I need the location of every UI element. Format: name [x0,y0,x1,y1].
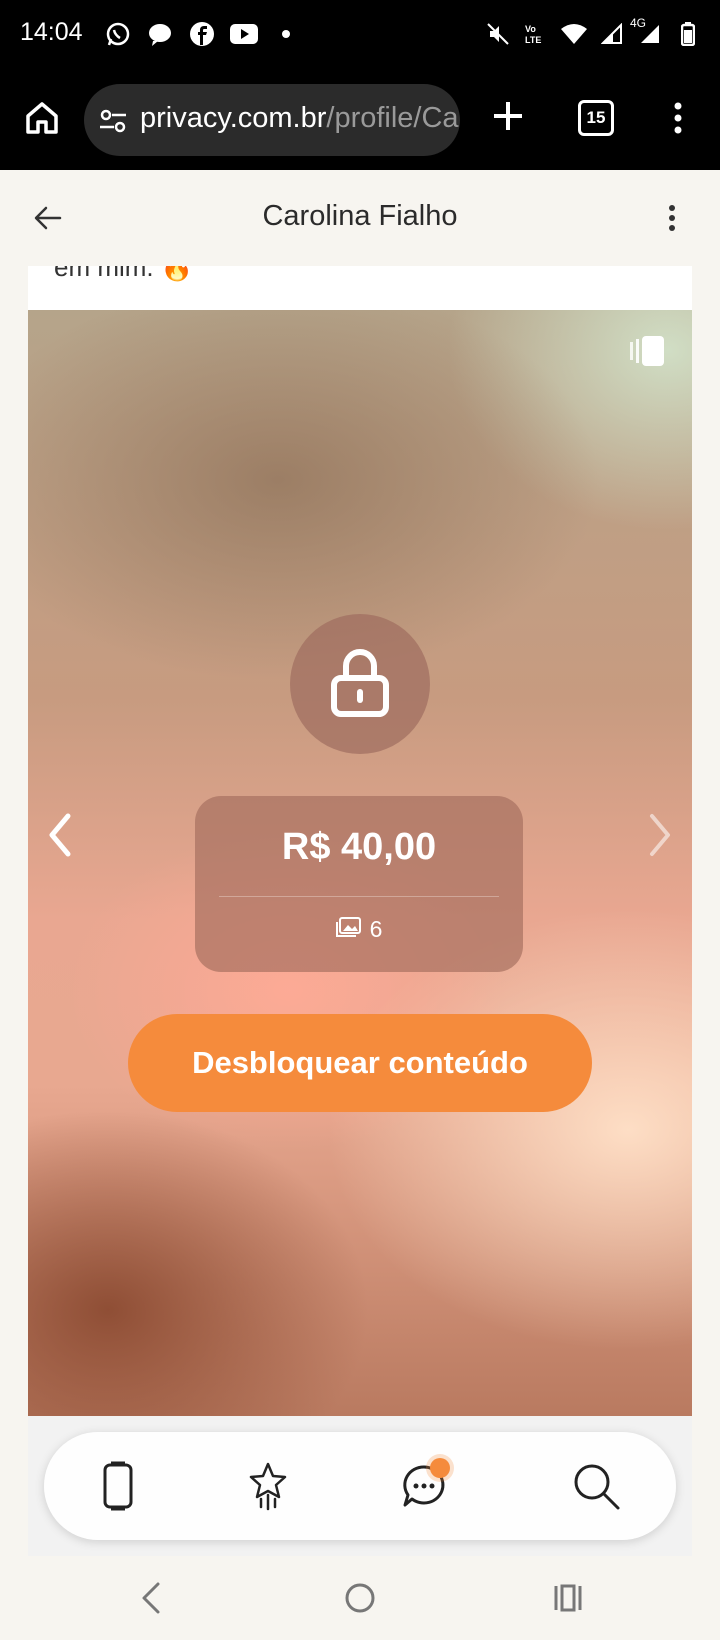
battery-icon [674,20,702,48]
caption-text: em mim. 🔥 [54,266,194,282]
wifi-icon [560,20,588,48]
system-recents-icon[interactable] [548,1578,588,1618]
price-divider [219,896,499,897]
4g-signal-icon: 4G [630,16,664,48]
media-count-value: 6 [369,916,383,942]
url-domain: privacy.com.br [140,102,327,134]
site-settings-icon[interactable] [98,106,128,136]
next-arrow-icon[interactable] [642,810,678,860]
browser-toolbar: privacy.com.br/profile/Ca 15 [0,72,720,170]
status-time: 14:04 [20,18,83,46]
facebook-icon [188,20,216,48]
lock-icon [328,646,392,723]
price-label: R$ 40,00 [281,826,437,868]
tab-switcher-button[interactable]: 15 [578,100,614,136]
system-home-icon[interactable] [340,1578,380,1618]
svg-text:Vo: Vo [525,24,536,34]
new-tab-icon[interactable] [488,96,528,136]
signal-icon [598,20,626,48]
system-navigation-bar [0,1556,720,1640]
mute-icon [484,20,512,48]
post-caption: em mim. 🔥 [28,266,692,310]
page-title: Carolina Fialho [262,200,458,232]
chat-icon[interactable] [396,1458,452,1514]
star-icon[interactable] [240,1458,296,1514]
dot-icon [272,20,300,48]
status-bar: 14:04 Vo LTE 4G [0,0,720,72]
gallery-multiple-icon [630,336,666,366]
price-card: R$ 40,00 6 [195,796,523,972]
notification-badge [430,1458,450,1478]
url-text: privacy.com.br/profile/Ca [140,102,459,135]
youtube-icon [230,20,258,48]
lock-badge [290,614,430,754]
home-icon[interactable] [22,98,62,138]
photos-icon [335,916,362,943]
more-options-icon[interactable] [660,200,684,236]
search-icon[interactable] [568,1458,624,1514]
app-header: Carolina Fialho [0,170,720,266]
previous-arrow-icon[interactable] [42,810,78,860]
browser-menu-icon[interactable] [666,98,690,138]
messenger-icon [146,20,174,48]
system-back-icon[interactable] [132,1578,172,1618]
network-type: 4G [630,16,647,30]
url-path: /profile/Ca [326,102,459,134]
bottom-navigation [44,1432,676,1540]
unlock-content-button[interactable]: Desbloquear conteúdo [128,1014,592,1112]
media-count: 6 [195,916,523,943]
locked-media[interactable]: R$ 40,00 6 Desbloquear conteúdo [28,310,692,1416]
whatsapp-icon [104,20,132,48]
volte-icon: Vo LTE [522,20,550,48]
svg-text:LTE: LTE [525,35,541,45]
feed-icon[interactable] [90,1458,146,1514]
address-bar[interactable]: privacy.com.br/profile/Ca [84,84,460,156]
